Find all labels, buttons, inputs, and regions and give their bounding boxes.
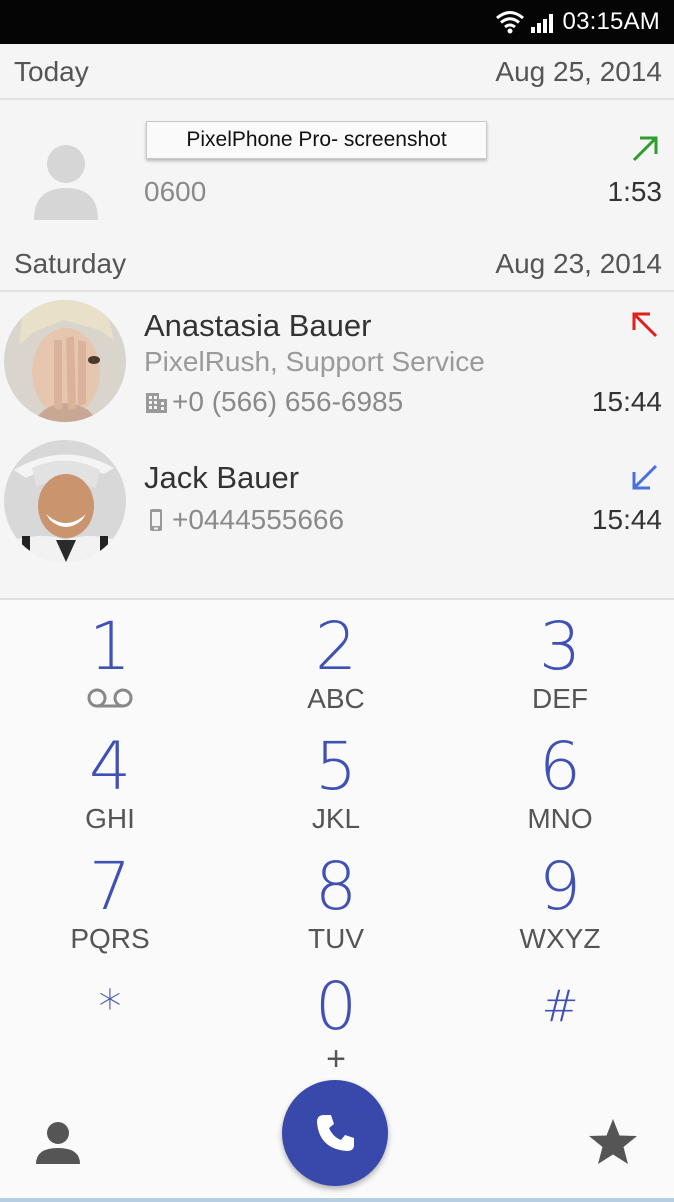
- missed-call-icon: [632, 312, 658, 338]
- incoming-call-icon: [632, 464, 658, 490]
- key-letters: PQRS: [70, 923, 150, 954]
- key-2[interactable]: 2 ABC: [236, 612, 436, 714]
- key-digit: *: [98, 980, 122, 1034]
- call-history: Today Aug 25, 2014 0600 1:53 Saturday Au…: [0, 44, 674, 600]
- bottom-divider: [0, 1198, 674, 1202]
- signal-icon: [530, 14, 553, 33]
- default-avatar-icon: [34, 145, 98, 220]
- call-log-row[interactable]: Anastasia Bauer PixelRush, Support Servi…: [0, 294, 674, 434]
- key-digit: 3: [539, 608, 581, 685]
- key-8[interactable]: 8 TUV: [236, 852, 436, 954]
- section-day: Today: [14, 56, 89, 87]
- key-digit: 2: [315, 608, 357, 685]
- key-letters: WXYZ: [519, 923, 601, 954]
- key-hash[interactable]: #: [460, 972, 660, 1042]
- call-number: +0 (566) 656-6985: [172, 386, 404, 417]
- screenshot-tooltip: PixelPhone Pro- screenshot: [146, 121, 487, 159]
- wifi-icon: [495, 11, 524, 34]
- key-letters: +: [326, 1040, 346, 1078]
- work-building-icon: [146, 393, 167, 413]
- status-time: 03:15AM: [562, 8, 660, 35]
- key-digit: 8: [315, 848, 357, 925]
- key-star[interactable]: *: [10, 972, 210, 1042]
- key-9[interactable]: 9 WXYZ: [460, 852, 660, 954]
- phone-icon: [317, 1115, 354, 1151]
- key-1[interactable]: 1: [10, 612, 210, 710]
- call-duration: 1:53: [607, 176, 663, 207]
- key-letters: TUV: [308, 923, 364, 954]
- call-number-row: +0 (566) 656-6985: [144, 386, 403, 418]
- avatar[interactable]: [4, 440, 126, 562]
- key-digit: #: [541, 981, 579, 1032]
- voicemail-icon: [87, 688, 133, 708]
- star-icon[interactable]: [586, 1116, 640, 1170]
- section-day: Saturday: [14, 248, 127, 279]
- key-digit: 7: [89, 848, 131, 925]
- key-4[interactable]: 4 GHI: [10, 732, 210, 834]
- key-6[interactable]: 6 MNO: [460, 732, 660, 834]
- key-7[interactable]: 7 PQRS: [10, 852, 210, 954]
- key-digit: 9: [539, 848, 581, 925]
- key-letters: JKL: [311, 803, 361, 834]
- section-header-saturday: Saturday Aug 23, 2014: [0, 236, 674, 292]
- section-date: Aug 23, 2014: [495, 248, 662, 279]
- call-duration: 15:44: [591, 504, 662, 535]
- avatar-photo: [4, 440, 126, 562]
- call-number: 0600: [144, 176, 207, 207]
- outgoing-call-icon: [632, 136, 658, 162]
- section-header-today: Today Aug 25, 2014: [0, 44, 674, 100]
- key-letters: ABC: [307, 683, 365, 714]
- call-number: +0444555666: [172, 504, 345, 535]
- contact-company: PixelRush, Support Service: [144, 346, 485, 377]
- key-digit: 0: [315, 968, 357, 1045]
- key-digit: 4: [89, 728, 131, 805]
- section-date: Aug 25, 2014: [495, 56, 662, 87]
- contacts-icon[interactable]: [30, 1116, 86, 1172]
- call-log-row[interactable]: Jack Bauer +0444555666 15:44: [0, 436, 674, 562]
- key-letters: GHI: [85, 803, 135, 834]
- key-digit: 5: [315, 728, 357, 805]
- key-0[interactable]: 0 +: [236, 968, 436, 1078]
- mobile-phone-icon: [150, 509, 162, 531]
- key-5[interactable]: 5 JKL: [236, 732, 436, 834]
- key-letters: DEF: [532, 683, 588, 714]
- contact-name: Anastasia Bauer: [144, 308, 372, 343]
- status-bar: 03:15AM: [0, 0, 674, 44]
- avatar[interactable]: [4, 300, 126, 422]
- key-digit: 6: [539, 728, 581, 805]
- key-3[interactable]: 3 DEF: [460, 612, 660, 714]
- call-button[interactable]: [282, 1080, 388, 1186]
- contact-name: Jack Bauer: [144, 460, 300, 495]
- call-duration: 15:44: [591, 386, 662, 417]
- key-letters: MNO: [527, 803, 593, 834]
- key-digit: 1: [89, 608, 131, 685]
- avatar-photo: [4, 300, 126, 422]
- call-number-row: +0444555666: [144, 504, 344, 536]
